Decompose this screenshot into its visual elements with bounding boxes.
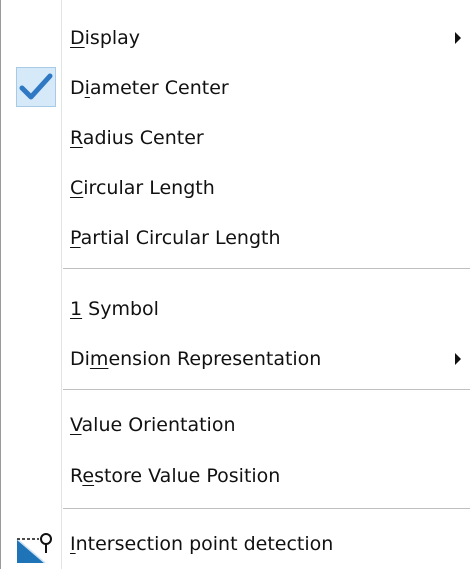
- menu-item-value-orientation[interactable]: Value Orientation: [1, 400, 470, 450]
- menu-separator: [63, 268, 470, 269]
- menu-item-symbol[interactable]: 1 Symbol: [1, 284, 470, 334]
- menu-item-restore-value-position-label: Restore Value Position: [70, 465, 281, 487]
- menu-item-diameter-center[interactable]: Diameter Center: [1, 63, 470, 113]
- menu-item-diameter-center-label: Diameter Center: [70, 77, 229, 99]
- checkmark-icon: [16, 67, 56, 107]
- menu-item-radius-center-label: Radius Center: [70, 127, 204, 149]
- menu-item-dimension-representation-label: Dimension Representation: [70, 348, 322, 370]
- menu-item-radius-center[interactable]: Radius Center: [1, 113, 470, 163]
- menu-item-partial-circular-length-label: Partial Circular Length: [70, 227, 281, 249]
- menu-item-intersection-point-detection[interactable]: Intersection point detection: [1, 519, 470, 569]
- menu-item-circular-length-label: Circular Length: [70, 177, 215, 199]
- submenu-arrow-icon: [455, 32, 461, 44]
- menu-item-circular-length[interactable]: Circular Length: [1, 163, 470, 213]
- intersection-point-icon: [16, 533, 52, 564]
- menu-separator: [63, 508, 470, 509]
- menu-item-restore-value-position[interactable]: Restore Value Position: [1, 451, 470, 501]
- context-menu: Display Diameter Center Radius Center Ci…: [0, 0, 470, 569]
- submenu-arrow-icon: [455, 353, 461, 365]
- menu-item-symbol-label: 1 Symbol: [70, 298, 159, 320]
- menu-item-value-orientation-label: Value Orientation: [70, 414, 236, 436]
- menu-separator: [63, 389, 470, 390]
- menu-item-partial-circular-length[interactable]: Partial Circular Length: [1, 213, 470, 263]
- menu-item-dimension-representation[interactable]: Dimension Representation: [1, 334, 470, 384]
- menu-item-display-label: Display: [70, 27, 141, 49]
- menu-item-intersection-point-detection-label: Intersection point detection: [70, 533, 334, 555]
- menu-item-display[interactable]: Display: [1, 13, 470, 63]
